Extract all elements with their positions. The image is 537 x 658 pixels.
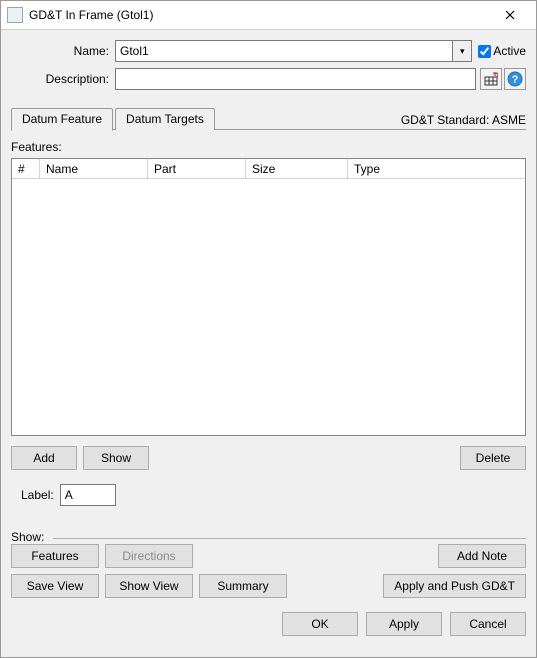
dialog-buttons: OK Apply Cancel: [11, 612, 526, 636]
features-table[interactable]: # Name Part Size Type: [11, 158, 526, 436]
show-group-title: Show:: [11, 530, 48, 544]
add-button[interactable]: Add: [11, 446, 77, 470]
features-button[interactable]: Features: [11, 544, 99, 568]
description-label: Description:: [11, 72, 115, 86]
tab-datum-targets[interactable]: Datum Targets: [115, 108, 215, 130]
col-type[interactable]: Type: [348, 159, 525, 179]
save-view-button[interactable]: Save View: [11, 574, 99, 598]
summary-button[interactable]: Summary: [199, 574, 287, 598]
client-area: Name: ▾ Active Description:: [1, 30, 536, 657]
show-group-separator: [53, 538, 526, 539]
show-view-button[interactable]: Show View: [105, 574, 193, 598]
label-input[interactable]: [60, 484, 116, 506]
active-checkbox[interactable]: [478, 45, 491, 58]
delete-button[interactable]: Delete: [460, 446, 526, 470]
col-number[interactable]: #: [12, 159, 40, 179]
tab-datum-feature[interactable]: Datum Feature: [11, 108, 113, 131]
show-row-2: Save View Show View Summary Apply and Pu…: [11, 574, 526, 598]
chevron-down-icon: ▾: [460, 46, 465, 57]
col-part[interactable]: Part: [148, 159, 246, 179]
name-combo[interactable]: ▾: [115, 40, 472, 62]
close-icon: [505, 10, 515, 20]
app-icon: [7, 7, 23, 23]
features-section: Features: # Name Part Size Type Add Show…: [11, 140, 526, 506]
name-label: Name:: [11, 44, 115, 58]
name-combo-dropdown[interactable]: ▾: [452, 40, 472, 62]
col-size[interactable]: Size: [246, 159, 348, 179]
help-button[interactable]: ?: [504, 68, 526, 90]
ok-button[interactable]: OK: [282, 612, 358, 636]
features-buttons: Add Show Delete: [11, 446, 526, 470]
show-group: Show: Features Directions Add Note Save …: [11, 530, 526, 598]
add-note-button[interactable]: Add Note: [438, 544, 526, 568]
tab-strip: Datum Feature Datum Targets GD&T Standar…: [11, 108, 526, 130]
col-name[interactable]: Name: [40, 159, 148, 179]
label-field-label: Label:: [21, 488, 54, 502]
help-icon: ?: [507, 71, 523, 87]
description-input[interactable]: [115, 68, 476, 90]
features-table-body[interactable]: [12, 180, 525, 435]
active-label: Active: [493, 44, 526, 58]
features-label: Features:: [11, 140, 526, 154]
gdt-builder-button[interactable]: [480, 68, 502, 90]
show-group-body: Features Directions Add Note Save View S…: [11, 540, 526, 598]
name-row: Name: ▾ Active: [11, 40, 526, 62]
active-checkbox-wrap[interactable]: Active: [478, 44, 526, 58]
label-row: Label:: [21, 484, 526, 506]
gdt-standard-label: GD&T Standard: ASME: [401, 113, 526, 130]
cancel-button[interactable]: Cancel: [450, 612, 526, 636]
grid-icon: [484, 72, 498, 86]
directions-button[interactable]: Directions: [105, 544, 193, 568]
dialog-window: GD&T In Frame (Gtol1) Name: ▾ Active Des…: [0, 0, 537, 658]
titlebar: GD&T In Frame (Gtol1): [1, 1, 536, 30]
description-row: Description: ?: [11, 68, 526, 90]
window-title: GD&T In Frame (Gtol1): [29, 8, 490, 22]
show-button[interactable]: Show: [83, 446, 149, 470]
close-button[interactable]: [490, 3, 530, 27]
apply-button[interactable]: Apply: [366, 612, 442, 636]
show-row-1: Features Directions Add Note: [11, 544, 526, 568]
apply-and-push-button[interactable]: Apply and Push GD&T: [383, 574, 526, 598]
name-input[interactable]: [115, 40, 452, 62]
features-table-header: # Name Part Size Type: [12, 159, 525, 180]
svg-text:?: ?: [512, 74, 519, 86]
desc-icon-group: ?: [480, 68, 526, 90]
